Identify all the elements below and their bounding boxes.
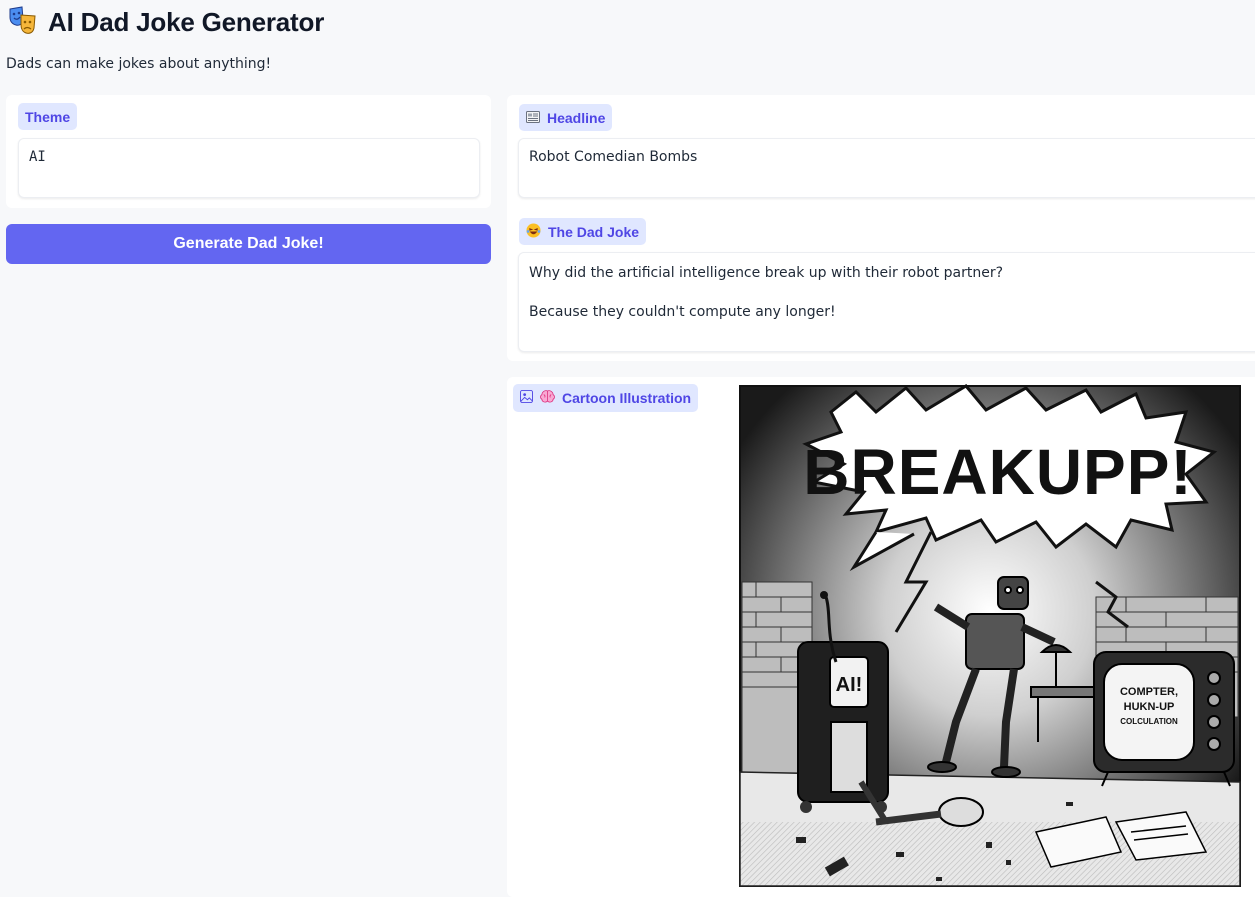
theme-input-value: AI	[29, 149, 46, 165]
headline-label-text: Headline	[547, 109, 606, 126]
generate-dad-joke-button[interactable]: Generate Dad Joke!	[6, 224, 491, 264]
tv-text-1: COMPTER,	[1120, 686, 1178, 698]
page-subtitle: Dads can make jokes about anything!	[6, 56, 272, 72]
theme-label-text: Theme	[25, 108, 71, 125]
tv-text-3: COLCULATION	[1120, 717, 1178, 726]
page-header: AI Dad Joke Generator	[8, 4, 324, 40]
theater-masks-icon	[8, 5, 38, 39]
headline-value: Robot Comedian Bombs	[529, 149, 698, 165]
image-icon	[520, 390, 533, 406]
laughing-face-icon	[526, 222, 541, 241]
tv-text-2: HUKN-UP	[1124, 701, 1175, 713]
theme-input[interactable]: AI	[18, 138, 480, 198]
newspaper-icon	[526, 110, 540, 126]
burst-text: BREAKUPP!	[803, 436, 1192, 508]
cabinet-sign-text: AI!	[836, 674, 863, 696]
headline-output[interactable]: Robot Comedian Bombs	[518, 138, 1255, 198]
joke-setup: Why did the artificial intelligence brea…	[529, 265, 1004, 281]
dad-joke-label: The Dad Joke	[519, 218, 647, 245]
output-panel: Headline Robot Comedian Bombs The Dad Jo…	[507, 95, 1255, 361]
joke-punchline: Because they couldn't compute any longer…	[529, 304, 836, 320]
dad-joke-label-text: The Dad Joke	[548, 223, 640, 240]
theme-panel: Theme AI	[6, 95, 491, 208]
dad-joke-output[interactable]: Why did the artificial intelligence brea…	[518, 252, 1255, 352]
brain-icon	[540, 390, 555, 406]
theme-label: Theme	[18, 103, 78, 130]
retro-tv: COMPTER, HUKN-UP COLCULATION	[1093, 651, 1235, 787]
illustration-label: Cartoon Illustration	[513, 384, 699, 412]
illustration-panel: Cartoon Illustration BREAKUPP! AI! COMPT…	[507, 377, 1255, 897]
headline-label: Headline	[519, 104, 613, 131]
illustration-label-text: Cartoon Illustration	[562, 390, 692, 406]
page-title: AI Dad Joke Generator	[48, 6, 325, 37]
cartoon-illustration-image[interactable]: BREAKUPP! AI! COMPTER, HUKN-UP COLCULATI…	[736, 382, 1250, 892]
